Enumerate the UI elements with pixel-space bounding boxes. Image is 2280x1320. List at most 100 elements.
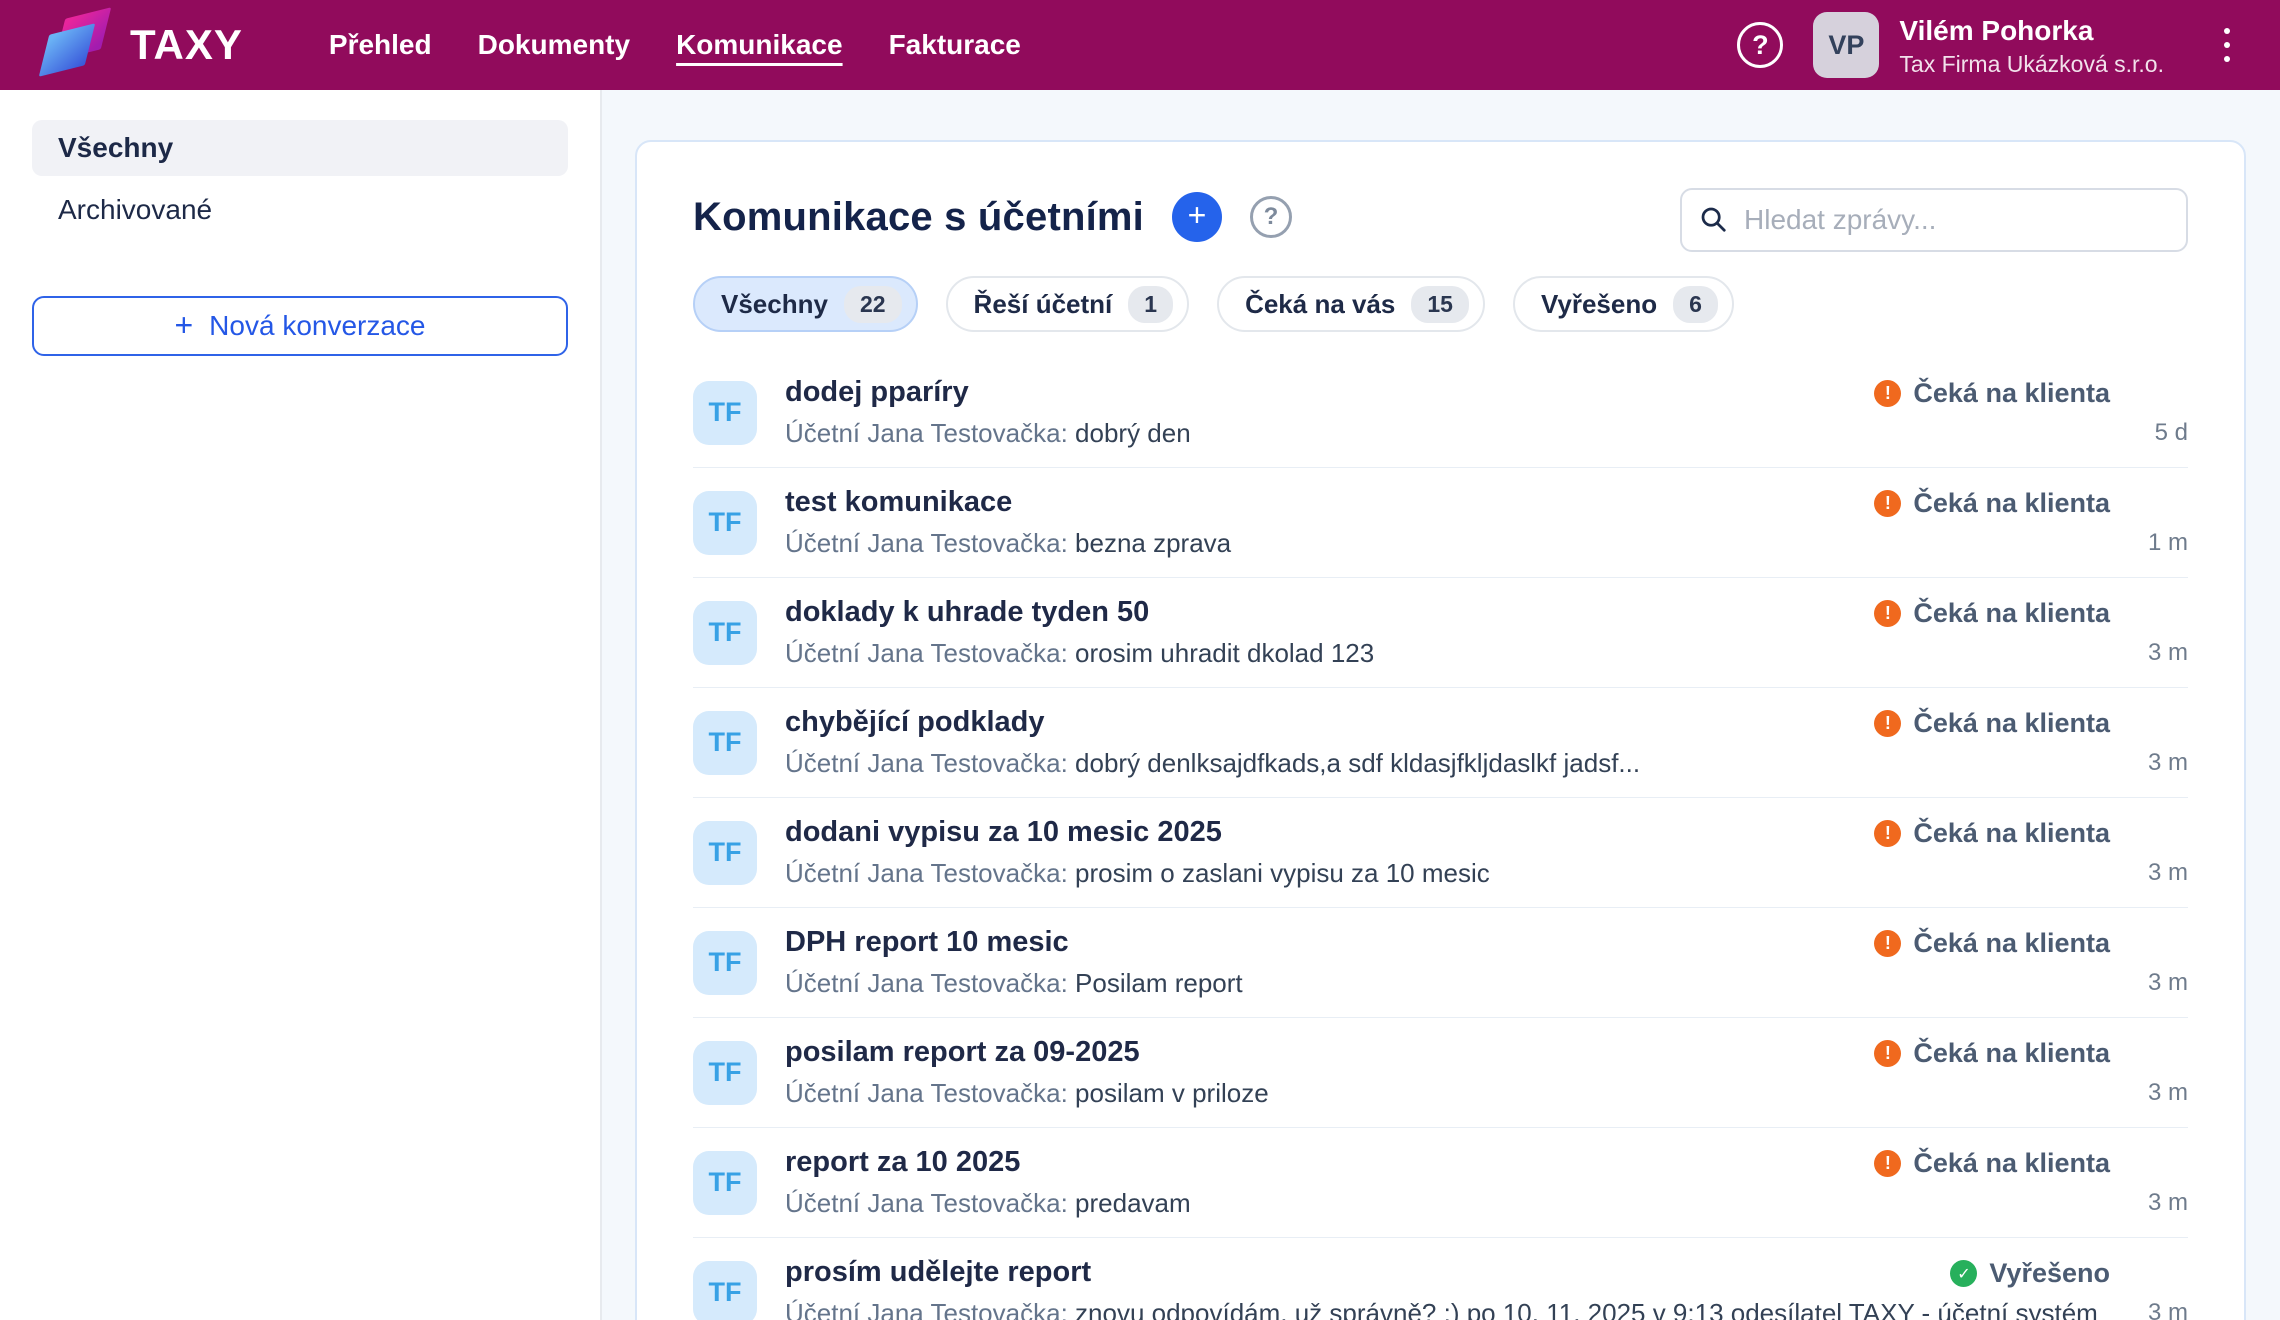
help-icon-secondary[interactable]: ? <box>1250 196 1292 238</box>
status-waiting-icon <box>1874 380 1901 407</box>
status-label: Vyřešeno <box>1989 1258 2110 1289</box>
status-badge: Čeká na klienta <box>1874 488 2110 519</box>
conversation-timestamp: 3 m <box>2148 969 2188 997</box>
taxy-logo-icon <box>42 9 110 81</box>
conversation-timestamp: 3 m <box>2148 749 2188 777</box>
conversation-avatar: TF <box>693 381 757 445</box>
status-waiting-icon <box>1874 930 1901 957</box>
filter-chip[interactable]: Řeší účetní 1 <box>946 276 1190 332</box>
sidebar-item-1[interactable]: Archivované <box>32 182 568 238</box>
conversation-row[interactable]: TF prosím udělejte report Účetní Jana Te… <box>693 1238 2188 1320</box>
status-badge: Čeká na klienta <box>1874 928 2110 959</box>
filter-chip[interactable]: Vyřešeno 6 <box>1513 276 1734 332</box>
conversation-row[interactable]: TF posilam report za 09-2025 Účetní Jana… <box>693 1018 2188 1128</box>
status-label: Čeká na klienta <box>1913 1148 2110 1179</box>
filter-count-badge: 1 <box>1128 286 1173 323</box>
status-waiting-icon <box>1874 820 1901 847</box>
conversation-preview: prosim o zaslani vypisu za 10 mesic <box>1075 858 1490 888</box>
status-waiting-icon <box>1874 1040 1901 1067</box>
filter-label: Čeká na vás <box>1245 289 1395 320</box>
brand-name: TAXY <box>130 21 243 69</box>
filter-chip[interactable]: Všechny 22 <box>693 276 918 332</box>
conversation-sender: Účetní Jana Testovačka: <box>785 418 1068 448</box>
conversation-timestamp: 3 m <box>2148 639 2188 667</box>
conversation-subtitle: Účetní Jana Testovačka: predavam <box>785 1188 1191 1219</box>
communication-card: Komunikace s účetními + ? Všechny 22 Řeš… <box>635 140 2246 1320</box>
filter-label: Vyřešeno <box>1541 289 1657 320</box>
status-resolved-icon <box>1950 1260 1977 1287</box>
conversation-avatar: TF <box>693 601 757 665</box>
conversation-timestamp: 1 m <box>2148 529 2188 557</box>
search-box <box>1680 188 2188 252</box>
conversation-sender: Účetní Jana Testovačka: <box>785 638 1068 668</box>
new-conversation-button[interactable]: + Nová konverzace <box>32 296 568 356</box>
status-badge: Čeká na klienta <box>1874 708 2110 739</box>
conversation-preview: bezna zprava <box>1075 528 1231 558</box>
status-label: Čeká na klienta <box>1913 708 2110 739</box>
conversation-subtitle: Účetní Jana Testovačka: orosim uhradit d… <box>785 638 1374 669</box>
kebab-menu-icon[interactable] <box>2216 20 2238 70</box>
conversation-timestamp: 3 m <box>2148 1299 2188 1320</box>
conversation-preview: dobrý den <box>1075 418 1191 448</box>
conversation-timestamp: 3 m <box>2148 1189 2188 1217</box>
conversation-avatar: TF <box>693 711 757 775</box>
conversation-subtitle: Účetní Jana Testovačka: Posilam report <box>785 968 1243 999</box>
conversation-subtitle: Účetní Jana Testovačka: dobrý denlksajdf… <box>785 748 1640 779</box>
conversation-sender: Účetní Jana Testovačka: <box>785 1298 1068 1320</box>
user-menu[interactable]: VP Vilém Pohorka Tax Firma Ukázková s.r.… <box>1813 12 2164 78</box>
help-icon[interactable]: ? <box>1737 22 1783 68</box>
brand-logo[interactable]: TAXY <box>42 9 243 81</box>
add-conversation-button[interactable]: + <box>1172 192 1222 242</box>
status-badge: Čeká na klienta <box>1874 1148 2110 1179</box>
conversation-row[interactable]: TF dodani vypisu za 10 mesic 2025 Účetní… <box>693 798 2188 908</box>
conversation-row[interactable]: TF report za 10 2025 Účetní Jana Testova… <box>693 1128 2188 1238</box>
sidebar-item-0[interactable]: Všechny <box>32 120 568 176</box>
conversation-title: doklady k uhrade tyden 50 <box>785 596 1374 629</box>
conversation-title: test komunikace <box>785 486 1231 519</box>
conversation-list: TF dodej pparíry Účetní Jana Testovačka:… <box>693 358 2188 1320</box>
filter-count-badge: 22 <box>844 286 902 323</box>
conversation-subtitle: Účetní Jana Testovačka: posilam v priloz… <box>785 1078 1269 1109</box>
nav-item-1[interactable]: Dokumenty <box>478 29 630 61</box>
user-company: Tax Firma Ukázková s.r.o. <box>1899 51 2164 78</box>
nav-item-0[interactable]: Přehled <box>329 29 432 61</box>
conversation-timestamp: 5 d <box>2155 419 2188 447</box>
conversation-row[interactable]: TF test komunikace Účetní Jana Testovačk… <box>693 468 2188 578</box>
main-area: Komunikace s účetními + ? Všechny 22 Řeš… <box>604 90 2280 1320</box>
conversation-title: posilam report za 09-2025 <box>785 1036 1269 1069</box>
status-badge: Čeká na klienta <box>1874 598 2110 629</box>
filter-chip[interactable]: Čeká na vás 15 <box>1217 276 1485 332</box>
conversation-sender: Účetní Jana Testovačka: <box>785 1078 1068 1108</box>
status-waiting-icon <box>1874 1150 1901 1177</box>
filter-label: Řeší účetní <box>974 289 1113 320</box>
conversation-title: DPH report 10 mesic <box>785 926 1243 959</box>
status-badge: Čeká na klienta <box>1874 1038 2110 1069</box>
status-label: Čeká na klienta <box>1913 1038 2110 1069</box>
user-name: Vilém Pohorka <box>1899 13 2164 48</box>
status-label: Čeká na klienta <box>1913 818 2110 849</box>
conversation-preview: orosim uhradit dkolad 123 <box>1075 638 1374 668</box>
conversation-row[interactable]: TF dodej pparíry Účetní Jana Testovačka:… <box>693 358 2188 468</box>
nav-item-2[interactable]: Komunikace <box>676 29 843 61</box>
conversation-avatar: TF <box>693 1261 757 1320</box>
conversation-preview: dobrý denlksajdfkads,a sdf kldasjfkljdas… <box>1075 748 1640 778</box>
nav-item-3[interactable]: Fakturace <box>889 29 1021 61</box>
conversation-avatar: TF <box>693 931 757 995</box>
conversation-subtitle: Účetní Jana Testovačka: prosim o zaslani… <box>785 858 1490 889</box>
search-input[interactable] <box>1680 188 2188 252</box>
conversation-timestamp: 3 m <box>2148 859 2188 887</box>
avatar: VP <box>1813 12 1879 78</box>
conversation-subtitle: Účetní Jana Testovačka: bezna zprava <box>785 528 1231 559</box>
status-waiting-icon <box>1874 710 1901 737</box>
status-badge: Čeká na klienta <box>1874 818 2110 849</box>
conversation-title: report za 10 2025 <box>785 1146 1191 1179</box>
conversation-row[interactable]: TF DPH report 10 mesic Účetní Jana Testo… <box>693 908 2188 1018</box>
status-label: Čeká na klienta <box>1913 378 2110 409</box>
conversation-row[interactable]: TF doklady k uhrade tyden 50 Účetní Jana… <box>693 578 2188 688</box>
new-conversation-label: Nová konverzace <box>209 310 425 342</box>
conversation-row[interactable]: TF chybějící podklady Účetní Jana Testov… <box>693 688 2188 798</box>
status-waiting-icon <box>1874 600 1901 627</box>
filter-chips: Všechny 22 Řeší účetní 1 Čeká na vás 15 … <box>693 276 2188 332</box>
status-waiting-icon <box>1874 490 1901 517</box>
conversation-avatar: TF <box>693 821 757 885</box>
